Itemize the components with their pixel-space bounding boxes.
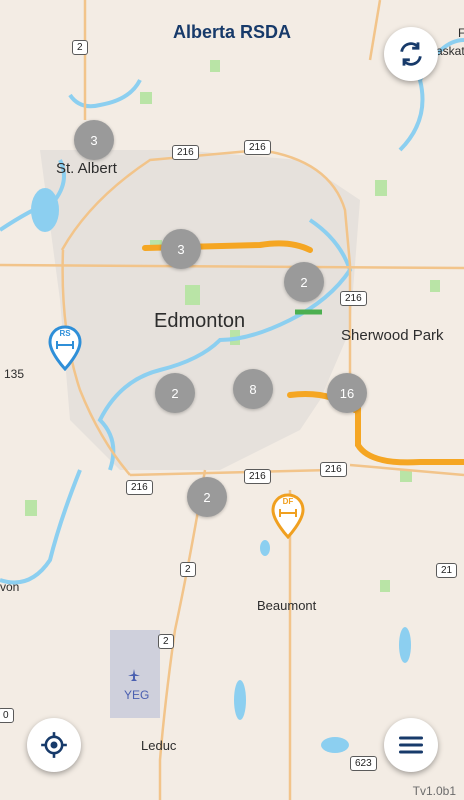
cluster-marker[interactable]: 3 [161, 229, 201, 269]
dangerous-facility-marker-label: DF [282, 497, 294, 506]
edge-label-135: 135 [4, 367, 25, 381]
cluster-marker[interactable]: 2 [155, 373, 195, 413]
highway-shield: 2 [180, 562, 196, 577]
highway-shield: 216 [340, 291, 367, 306]
airport-yeg-label: YEG [124, 688, 150, 702]
cluster-marker[interactable]: 2 [187, 477, 227, 517]
refresh-icon [400, 42, 422, 66]
highway-shield: 216 [320, 462, 347, 477]
highway-shield: 2 [158, 634, 174, 649]
cluster-marker[interactable]: 8 [233, 369, 273, 409]
place-beaumont: Beaumont [257, 598, 317, 613]
menu-icon [398, 736, 424, 754]
edge-label-askat: askat [436, 44, 464, 58]
rest-stop-marker[interactable]: RS [48, 325, 82, 372]
locate-icon [41, 732, 67, 758]
airport-icon [127, 668, 141, 682]
map-canvas[interactable] [0, 0, 464, 800]
edge-label-von: von [0, 580, 20, 594]
highway-shield: 216 [244, 469, 271, 484]
highway-shield: 0 [0, 708, 14, 723]
place-sherwood-park: Sherwood Park [341, 327, 444, 344]
place-edmonton: Edmonton [154, 310, 246, 332]
highway-shield: 216 [126, 480, 153, 495]
rest-stop-marker-label: RS [59, 329, 71, 338]
edge-label-f: F [458, 26, 464, 40]
place-leduc: Leduc [141, 738, 177, 753]
place-st-albert: St. Albert [56, 160, 117, 177]
map-app: Alberta RSDA St. Albert Edmonton Sherwoo… [0, 0, 464, 800]
refresh-button[interactable] [384, 27, 438, 81]
cluster-marker[interactable]: 3 [74, 120, 114, 160]
version-label: Tv1.0b1 [412, 784, 456, 798]
highway-shield: 2 [72, 40, 88, 55]
cluster-marker[interactable]: 16 [327, 373, 367, 413]
highway-shield: 21 [436, 563, 458, 578]
highway-shield: 623 [350, 756, 377, 771]
highway-shield: 216 [172, 145, 199, 160]
menu-button[interactable] [384, 718, 438, 772]
highway-shield: 216 [244, 140, 271, 155]
locate-me-button[interactable] [27, 718, 81, 772]
cluster-marker[interactable]: 2 [284, 262, 324, 302]
dangerous-facility-marker[interactable]: DF [271, 493, 305, 540]
